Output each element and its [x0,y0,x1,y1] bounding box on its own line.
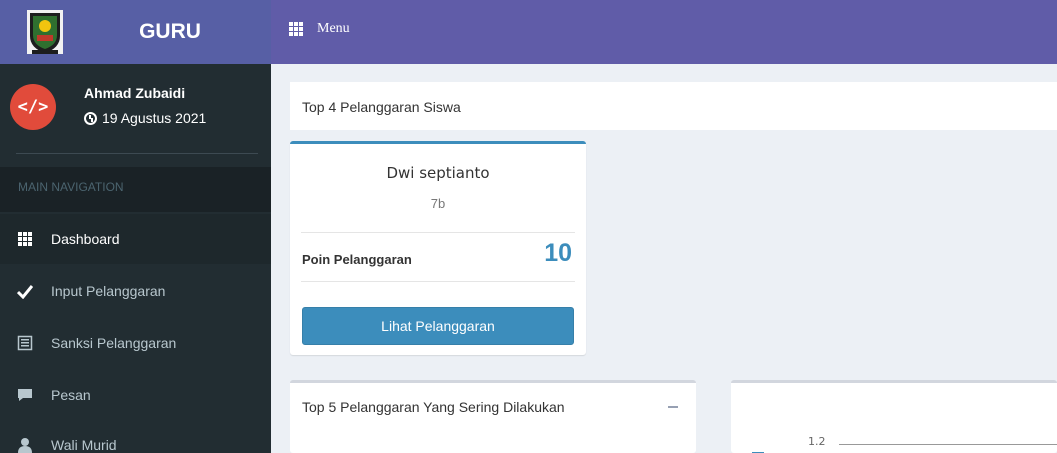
chart-gridline [839,444,1057,445]
top-violations-header: Top 4 Pelanggaran Siswa [290,82,1057,130]
sidebar-item-label: Input Pelanggaran [51,283,166,299]
sidebar-item-pesan[interactable]: Pesan [0,370,271,420]
top-navbar: Menu [271,0,1057,64]
divider [16,153,258,154]
menu-toggle-button[interactable]: Menu [289,21,350,37]
grid-menu-icon [289,22,303,36]
divider [301,232,575,233]
sidebar-item-sanksi-pelanggaran[interactable]: Sanksi Pelanggaran [0,318,271,368]
sidebar-item-label: Dashboard [51,231,120,247]
grid-icon [18,232,32,246]
user-name: Ahmad Zubaidi [84,85,186,101]
student-card: Dwi septianto 7b Poin Pelanggaran 10 Lih… [290,141,586,355]
clock-icon [84,112,97,125]
poin-value: 10 [544,239,572,267]
list-icon [17,335,33,351]
brand-title: GURU [139,20,201,43]
collapse-icon[interactable] [668,406,678,408]
sidebar-item-input-pelanggaran[interactable]: Input Pelanggaran [0,266,271,316]
box-title: Top 5 Pelanggaran Yang Sering Dilakukan [302,399,565,415]
poin-label: Poin Pelanggaran [302,252,412,267]
lihat-pelanggaran-button[interactable]: Lihat Pelanggaran [302,307,574,345]
frequent-violations-box: Top 5 Pelanggaran Yang Sering Dilakukan [290,380,696,453]
menu-label: Menu [317,21,350,36]
chart-box: 1.2 [731,380,1057,453]
nav-header: MAIN NAVIGATION [0,167,271,212]
sidebar-item-wali-murid[interactable]: Wali Murid [0,420,271,453]
brand-bar[interactable]: GURU [0,0,271,64]
sidebar-item-dashboard[interactable]: Dashboard [0,214,271,264]
user-icon [18,438,32,453]
student-name: Dwi septianto [386,164,490,182]
sidebar-item-label: Sanksi Pelanggaran [51,335,177,351]
chart-tick-label: 1.2 [808,435,826,448]
sidebar-item-label: Wali Murid [51,437,117,453]
user-date: 19 Agustus 2021 [84,110,206,126]
check-icon [17,285,33,299]
box-title: Top 4 Pelanggaran Siswa [302,99,461,115]
student-class: 7b [430,196,446,211]
chat-icon [18,389,32,401]
school-logo-icon [27,10,63,54]
user-avatar: </> [10,84,56,130]
user-date-text: 19 Agustus 2021 [102,110,207,126]
sidebar-item-label: Pesan [51,387,91,403]
divider [301,281,575,282]
